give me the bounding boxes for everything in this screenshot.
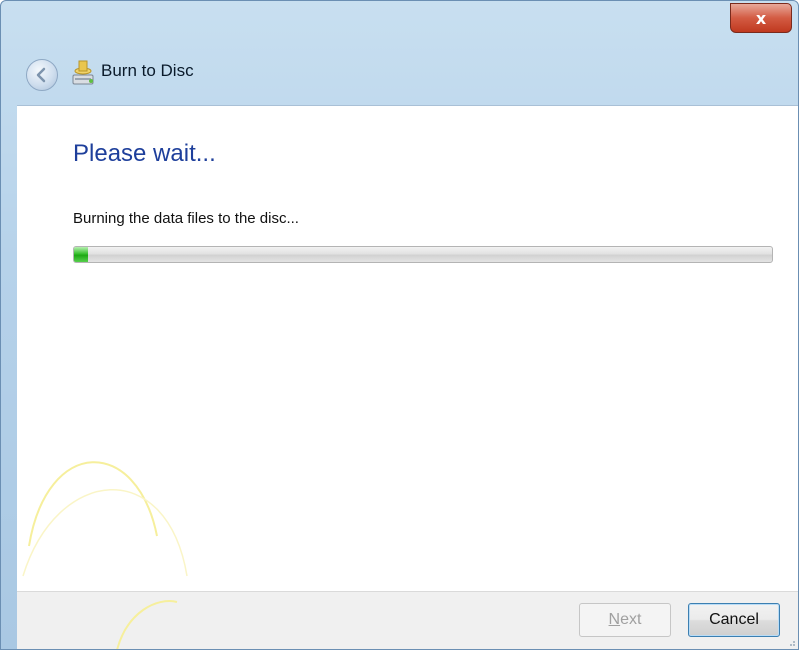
wizard-content: Please wait... Burning the data files to… [17, 105, 798, 592]
back-arrow-icon [36, 67, 46, 83]
burn-disc-icon [72, 60, 94, 85]
next-mnemonic: N [608, 611, 621, 628]
next-label: ext [620, 611, 642, 628]
next-button[interactable]: Next [579, 603, 671, 637]
resize-grip-icon[interactable] [786, 637, 796, 647]
close-icon: x [755, 8, 767, 28]
status-text: Burning the data files to the disc... [73, 210, 299, 227]
background-swirl [22, 461, 188, 577]
burn-to-disc-window: x Burn to Disc Please wait... Burning th… [0, 0, 799, 650]
burn-progress-bar [73, 246, 773, 263]
cancel-button[interactable]: Cancel [688, 603, 780, 637]
progress-fill [74, 247, 88, 262]
page-heading: Please wait... [73, 140, 216, 167]
wizard-footer: Next Cancel [17, 591, 798, 649]
footer-swirl [116, 600, 178, 649]
close-button[interactable]: x [730, 3, 792, 33]
back-button[interactable] [26, 59, 58, 91]
title-bar[interactable]: x Burn to Disc [1, 1, 798, 105]
window-title: Burn to Disc [101, 61, 194, 80]
